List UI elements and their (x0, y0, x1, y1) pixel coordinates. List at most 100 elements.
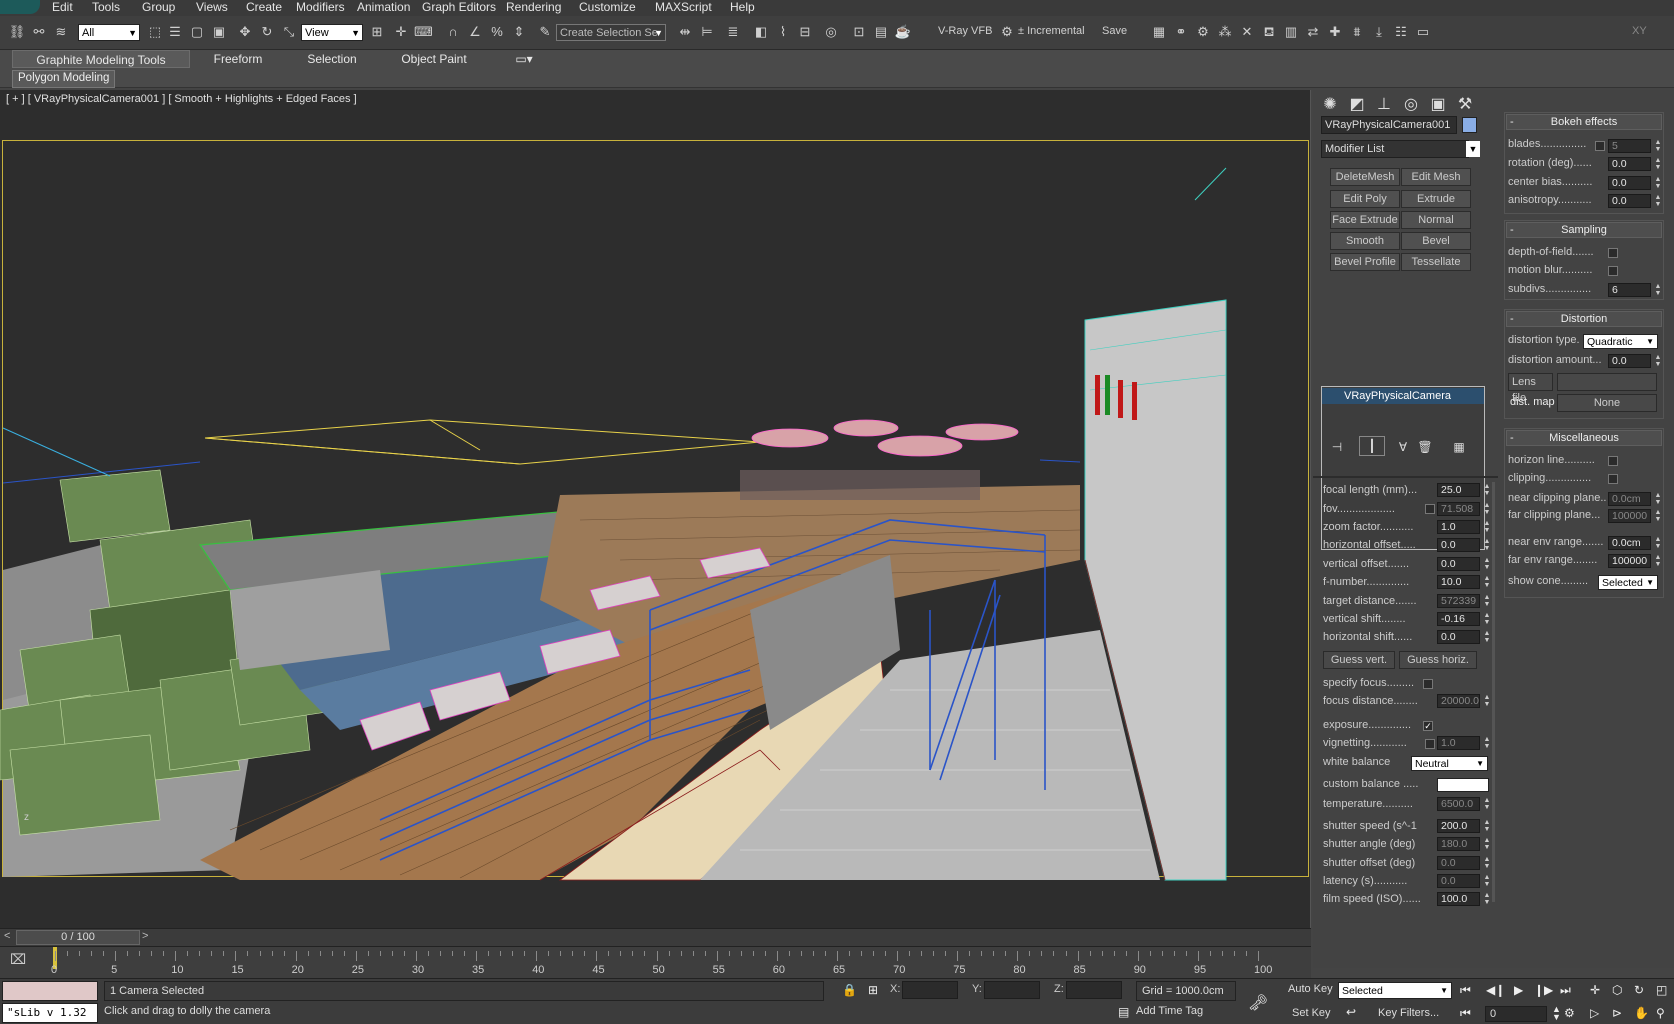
spinner-icon[interactable]: ▲ ▼ (1483, 612, 1491, 626)
scale-icon[interactable]: ⤡ (280, 23, 298, 41)
current-frame-field[interactable]: 0 (1485, 1006, 1547, 1022)
key-filters-button[interactable]: Key Filters... (1378, 1007, 1439, 1019)
key-mode-curve-icon[interactable]: ↩ (1346, 1005, 1356, 1019)
graphite-toggle-icon[interactable]: ◧ (752, 23, 770, 41)
modifier-editmesh-button[interactable]: Edit Mesh (1401, 168, 1471, 186)
blades-field[interactable]: 5 (1608, 139, 1651, 153)
angle-snap-icon[interactable]: ∠ (466, 23, 484, 41)
white-balance-dropdown[interactable]: Neutral ▼ (1411, 756, 1488, 771)
render-setup-icon[interactable]: ⊡ (850, 23, 868, 41)
motion-tab-icon[interactable]: ◎ (1399, 94, 1423, 116)
modifier-editpoly-button[interactable]: Edit Poly (1330, 190, 1400, 208)
tool-bucket-icon[interactable]: ⛾ (1260, 23, 1278, 41)
guess-horiz-button[interactable]: Guess horiz. (1399, 651, 1477, 669)
lock-selection-icon[interactable]: 🔒 (842, 983, 857, 997)
orbit-icon[interactable]: ↻ (1634, 983, 1644, 997)
align-icon[interactable]: ⊨ (698, 23, 716, 41)
keyboard-shortcut-icon[interactable]: ⌨ (414, 23, 433, 41)
incremental-button[interactable]: ± Incremental (1018, 25, 1085, 37)
modifier-bevelprofile-button[interactable]: Bevel Profile (1330, 253, 1400, 271)
reference-coord-dropdown[interactable]: View ▼ (301, 24, 363, 41)
distortion-type-dropdown[interactable]: Quadratic ▼ (1583, 334, 1658, 349)
menu-tools[interactable]: Tools (92, 0, 120, 15)
edit-named-selection-icon[interactable]: ✎ (536, 23, 554, 41)
next-frame-icon[interactable]: ❙▶ (1534, 983, 1553, 997)
far-clipping-field[interactable]: 100000 (1608, 509, 1651, 523)
schematic-view-icon[interactable]: ⊟ (796, 23, 814, 41)
spinner-icon[interactable]: ▲ ▼ (1483, 837, 1491, 851)
film-speed-field[interactable]: 100.0 (1437, 892, 1480, 906)
tab-object-paint[interactable]: Object Paint (392, 50, 476, 68)
tab-polygon-modeling[interactable]: Polygon Modeling (12, 70, 116, 88)
spinner-icon[interactable]: ▲ ▼ (1654, 554, 1662, 568)
tool-download-icon[interactable]: ⤓ (1370, 23, 1388, 41)
vertical-offset-field[interactable]: 0.0 (1437, 557, 1480, 571)
depth-of-field-checkbox[interactable] (1608, 248, 1618, 258)
select-by-name-icon[interactable]: ☰ (166, 23, 184, 41)
x-coord-field[interactable] (902, 981, 958, 999)
lens-file-path-field[interactable] (1557, 373, 1657, 391)
set-key-button[interactable]: Set Key (1292, 1007, 1331, 1019)
mirror-icon[interactable]: ⇹ (676, 23, 694, 41)
layer-manager-icon[interactable]: ≣ (724, 23, 742, 41)
z-coord-field[interactable] (1066, 981, 1122, 999)
spinner-icon[interactable]: ▲ ▼ (1654, 536, 1662, 550)
horizontal-offset-field[interactable]: 0.0 (1437, 538, 1480, 552)
spinner-icon[interactable]: ▲ ▼ (1483, 575, 1491, 589)
horizontal-shift-field[interactable]: 0.0 (1437, 630, 1480, 644)
auto-key-button[interactable]: Auto Key (1288, 983, 1333, 995)
tool-window-icon[interactable]: ▭ (1414, 23, 1432, 41)
dolly-icon[interactable]: ⊳ (1612, 1006, 1622, 1020)
object-name-field[interactable]: VRayPhysicalCamera001 (1321, 116, 1457, 134)
camera-viewport[interactable]: [ + ] [ VRayPhysicalCamera001 ] [ Smooth… (0, 90, 1311, 928)
rollout-sampling[interactable]: - Sampling (1506, 222, 1662, 238)
vray-vfb-button[interactable]: V-Ray VFB (938, 25, 992, 37)
maxscript-output[interactable]: "sLib v 1.32 (2, 1003, 98, 1023)
center-bias-field[interactable]: 0.0 (1608, 176, 1651, 190)
menu-customize[interactable]: Customize (579, 0, 636, 15)
spinner-icon[interactable]: ▲ ▼ (1483, 892, 1491, 906)
rect-selection-icon[interactable]: ▢ (188, 23, 206, 41)
spinner-icon[interactable]: ▲ ▼ (1654, 509, 1662, 523)
snaps-toggle-icon[interactable]: ∩ (444, 23, 462, 41)
time-config-icon[interactable]: ⚙ (1564, 1006, 1575, 1020)
menu-edit[interactable]: Edit (52, 0, 73, 15)
spinner-icon[interactable]: ▲ ▼ (1483, 819, 1491, 833)
dist-map-button[interactable]: None (1557, 394, 1657, 412)
modifier-bevel-button[interactable]: Bevel (1401, 232, 1471, 250)
modifier-normal-button[interactable]: Normal (1401, 211, 1471, 229)
vignetting-checkbox[interactable] (1425, 739, 1435, 749)
maxscript-listener-mini[interactable] (2, 981, 98, 1001)
fov-field[interactable]: 71.508 (1437, 502, 1480, 516)
display-tab-icon[interactable]: ▣ (1426, 94, 1450, 116)
mini-curve-editor-icon[interactable]: ⌧ (10, 951, 26, 968)
key-mode-toggle-icon[interactable]: ⏮ (1460, 1006, 1471, 1021)
menu-views[interactable]: Views (196, 0, 228, 15)
shutter-angle-field[interactable]: 180.0 (1437, 837, 1480, 851)
modify-tab-icon[interactable]: ◩ (1345, 94, 1369, 116)
object-color-swatch[interactable] (1462, 117, 1477, 133)
spinner-icon[interactable]: ▲ ▼ (1483, 502, 1491, 516)
move-icon[interactable]: ✥ (236, 23, 254, 41)
rollout-miscellaneous[interactable]: - Miscellaneous (1506, 430, 1662, 446)
tool-cluster-icon[interactable]: ⁂ (1216, 23, 1234, 41)
time-tag-icon[interactable]: ▤ (1118, 1005, 1129, 1019)
subdivs-field[interactable]: 6 (1608, 283, 1651, 297)
tool-list-icon[interactable]: ☷ (1392, 23, 1410, 41)
spinner-icon[interactable]: ▲ ▼ (1483, 594, 1491, 608)
rendered-frame-icon[interactable]: ▤ (872, 23, 890, 41)
show-cone-dropdown[interactable]: Selected ▼ (1598, 575, 1658, 590)
blades-checkbox[interactable] (1595, 141, 1605, 151)
menu-help[interactable]: Help (730, 0, 755, 15)
focal-length-field[interactable]: 25.0 (1437, 483, 1480, 497)
modifier-deletemesh-button[interactable]: DeleteMesh (1330, 168, 1400, 186)
go-to-end-icon[interactable]: ⏭ (1560, 983, 1571, 998)
spinner-icon[interactable]: ▲ ▼ (1483, 856, 1491, 870)
shutter-offset-field[interactable]: 0.0 (1437, 856, 1480, 870)
focus-distance-field[interactable]: 20000.0 (1437, 694, 1480, 708)
latency-field[interactable]: 0.0 (1437, 874, 1480, 888)
field-of-view-icon[interactable]: ▷ (1590, 1006, 1599, 1020)
pan-icon[interactable]: ✋ (1634, 1006, 1649, 1020)
walk-icon[interactable]: ⚲ (1656, 1006, 1665, 1020)
absolute-mode-icon[interactable]: ⊞ (868, 983, 878, 997)
